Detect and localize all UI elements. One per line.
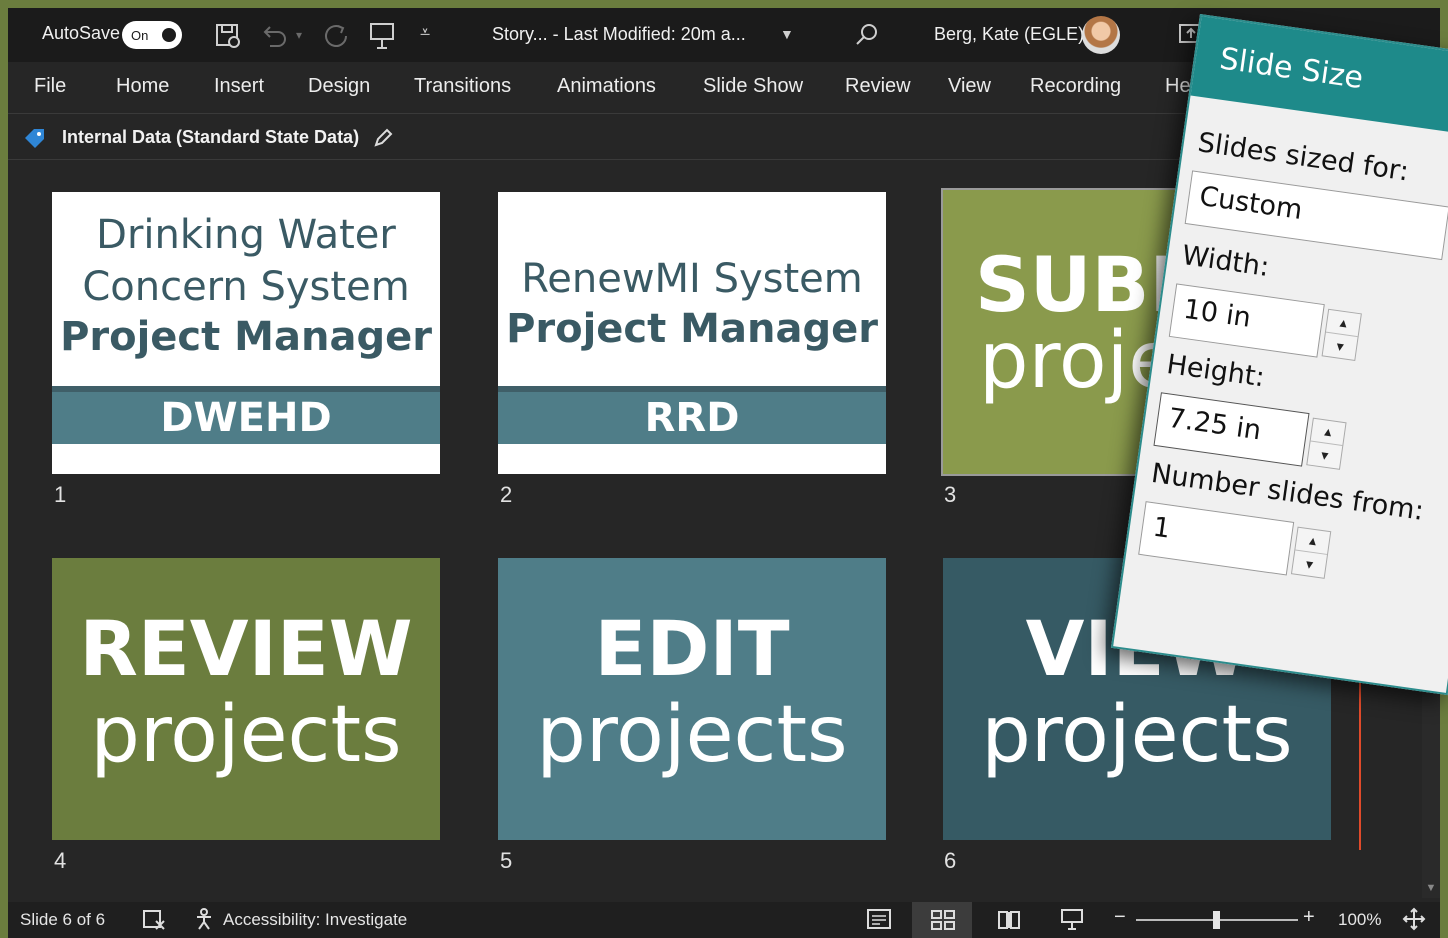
number-slides-spinner[interactable]: ▲ ▼ [1290,526,1332,579]
accessibility-status[interactable]: Accessibility: Investigate [223,910,407,930]
scroll-down-icon[interactable]: ▼ [1425,882,1437,894]
zoom-slider-thumb[interactable] [1213,911,1220,929]
tab-view[interactable]: View [948,75,991,98]
tab-review[interactable]: Review [845,75,911,98]
title-dropdown-icon[interactable]: ▼ [780,26,794,42]
status-bar: Slide 6 of 6 Accessibility: Investigate … [8,902,1440,938]
height-down-icon[interactable]: ▼ [1307,442,1342,469]
slide-1-band: DWEHD [52,386,440,444]
slide-number-1: 1 [54,482,67,507]
autosave-toggle[interactable]: On [122,21,182,49]
tab-home[interactable]: Home [116,75,169,98]
tab-slide-show[interactable]: Slide Show [703,75,803,98]
tab-transitions[interactable]: Transitions [414,75,511,98]
undo-dropdown-icon[interactable]: ▾ [296,28,302,42]
slide-4-light-text: projects [90,690,402,780]
toggle-knob [162,28,176,42]
slide-2-line-1: RenewMI System [521,256,863,302]
slide-show-view-icon[interactable] [1060,907,1084,936]
slide-1-line-2: Concern System [82,264,410,310]
height-field[interactable]: 7.25 in [1153,392,1310,467]
normal-view-icon[interactable] [866,908,892,935]
slide-2-line-2: Project Manager [506,306,878,352]
zoom-out-icon[interactable]: − [1114,906,1126,929]
slide-2-band: RRD [498,386,886,444]
slide-1-line-1: Drinking Water [96,212,396,258]
slide-sorter-icon [931,910,955,930]
slide-number-6: 6 [944,848,957,873]
height-spinner[interactable]: ▲ ▼ [1306,417,1347,470]
slide-5-light-text: projects [536,690,848,780]
width-down-icon[interactable]: ▼ [1323,333,1358,360]
width-field[interactable]: 10 in [1168,283,1325,358]
reading-view-icon[interactable] [996,908,1022,935]
slide-6-light-text: projects [981,690,1293,780]
user-name[interactable]: Berg, Kate (EGLE) [934,24,1084,45]
accessibility-icon[interactable] [194,907,218,936]
sensitivity-label[interactable]: Internal Data (Standard State Data) [62,127,359,148]
zoom-level[interactable]: 100% [1338,910,1381,930]
fit-to-window-icon[interactable] [1402,907,1426,936]
slide-5-bold-text: EDIT [594,604,790,693]
slide-1-line-3: Project Manager [60,314,432,360]
tab-design[interactable]: Design [308,75,370,98]
width-label: Width: [1180,240,1272,283]
document-title[interactable]: Story... - Last Modified: 20m a... [492,24,746,45]
tab-recording[interactable]: Recording [1030,75,1121,98]
redo-icon[interactable] [322,22,350,50]
slide-thumbnail-1[interactable]: Drinking Water Concern System Project Ma… [52,192,440,474]
slide-thumbnail-2[interactable]: RenewMI System Project Manager RRD [498,192,886,474]
slide-sorter-view-button[interactable] [912,902,972,938]
number-down-icon[interactable]: ▼ [1292,550,1327,577]
autosave-state: On [131,27,149,43]
slide-number-5: 5 [500,848,513,873]
slide-count: Slide 6 of 6 [20,910,106,929]
save-icon[interactable] [214,22,242,50]
zoom-slider[interactable] [1136,911,1298,929]
customize-qat-icon[interactable]: ⩡ [420,22,430,43]
slide-thumbnail-5[interactable]: EDIT projects [498,558,886,840]
slide-4-bold-text: REVIEW [79,604,413,693]
autosave-label: AutoSave [42,23,121,43]
search-icon[interactable] [854,22,880,48]
tab-file[interactable]: File [34,75,66,98]
slide-number-3: 3 [944,482,957,507]
zoom-in-icon[interactable]: + [1303,906,1315,929]
edit-pencil-icon[interactable] [373,128,393,148]
notes-check-icon[interactable] [142,908,166,935]
slide-number-4: 4 [54,848,67,873]
tag-icon [22,126,48,150]
insertion-marker [1359,658,1361,850]
avatar[interactable] [1082,16,1120,54]
tab-insert[interactable]: Insert [214,75,264,98]
height-label: Height: [1164,348,1267,394]
width-spinner[interactable]: ▲ ▼ [1321,308,1362,361]
slide-number-2: 2 [500,482,513,507]
tab-animations[interactable]: Animations [557,75,656,98]
number-slides-from-field[interactable]: 1 [1138,501,1295,576]
present-icon[interactable] [368,21,396,51]
slide-thumbnail-4[interactable]: REVIEW projects [52,558,440,840]
undo-icon[interactable] [260,22,290,50]
